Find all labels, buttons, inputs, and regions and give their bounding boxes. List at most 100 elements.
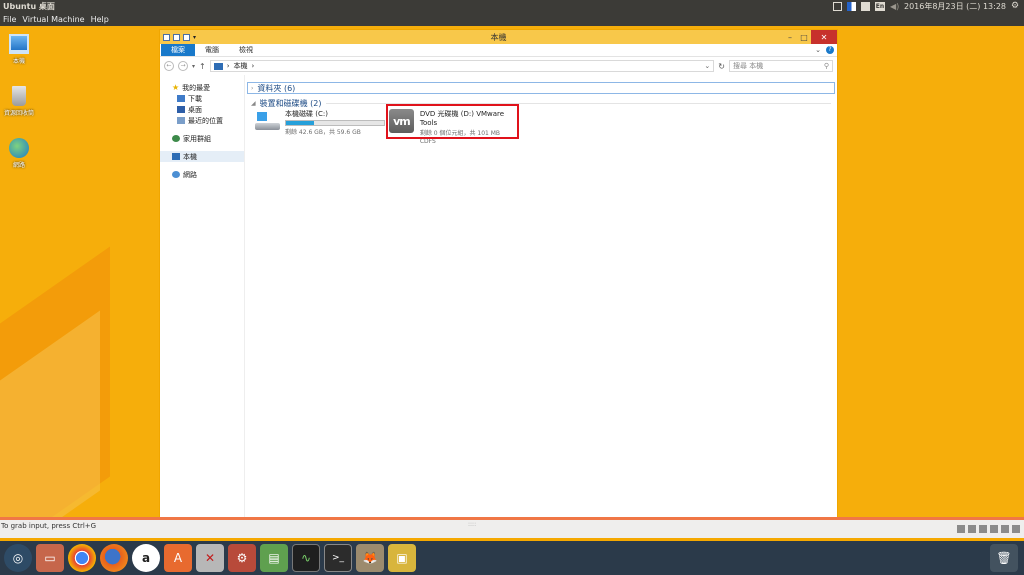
ribbon-tabs: 檔案 電腦 檢視 ⌄ ? [160,44,837,57]
desktop-icon-label: 網路 [12,162,25,169]
flag-icon[interactable] [846,1,856,11]
vmware-icon[interactable]: ▣ [388,544,416,572]
desktop-icon-label: 本機 [12,58,25,65]
tab-file[interactable]: 檔案 [161,44,195,56]
volume-icon[interactable]: ◀) [890,2,899,11]
system-tools-icon[interactable]: ✕ [196,544,224,572]
system-monitor-icon[interactable]: ∿ [292,544,320,572]
amazon-icon[interactable]: a [132,544,160,572]
desktop-icon-label: 資源回收筒 [3,110,34,117]
ribbon-right-controls: ⌄ ? [815,46,834,54]
back-button[interactable]: ← [164,61,174,71]
refresh-button[interactable]: ↻ [718,62,725,71]
nav-favorites[interactable]: ★ 我的最愛 [160,82,244,93]
menu-file[interactable]: File [0,15,19,24]
search-input[interactable]: 搜尋 本機 ⚲ [729,60,833,72]
message-icon[interactable] [1012,525,1020,533]
pc-icon [213,62,223,70]
quick-access-toolbar: ▾ [160,33,200,41]
computer-icon [9,34,29,54]
navigation-pane[interactable]: ★ 我的最愛 下載 桌面 最近的位置 家用群組 本機 網路 [160,75,245,517]
mail-icon[interactable] [832,1,842,11]
explorer-body: ★ 我的最愛 下載 桌面 最近的位置 家用群組 本機 網路 › 資料夾 (6) … [160,75,837,517]
vm-device-icons [957,525,1020,533]
address-bar[interactable]: › 本機 › ⌄ [209,60,715,72]
content-pane[interactable]: › 資料夾 (6) ◢ 裝置和磁碟機 (2) 本機磁碟 (C:) 剩餘 42.6… [245,75,837,517]
nav-network[interactable]: 網路 [160,169,244,180]
clock[interactable]: 2016年8月23日 (二) 13:28 [904,1,1006,12]
nav-downloads[interactable]: 下載 [160,93,244,104]
nav-desktop[interactable]: 桌面 [160,104,244,115]
cd-device-icon[interactable] [968,525,976,533]
drive-name: 本機磁碟 (C:) [285,110,328,118]
desktop-icon-recycle-bin[interactable]: 資源回收筒 [1,86,37,117]
drive-filesystem: CDFS [419,138,436,145]
drive-c[interactable]: 本機磁碟 (C:) 剩餘 42.6 GB，共 59.6 GB [255,109,385,136]
nav-homegroup[interactable]: 家用群組 [160,133,244,144]
nav-label: 本機 [183,152,197,161]
tab-computer[interactable]: 電腦 [195,44,229,56]
chevron-down-icon[interactable]: ▾ [193,34,200,41]
gimp-icon[interactable]: 🦊 [356,544,384,572]
nav-this-pc[interactable]: 本機 [160,151,244,162]
expand-ribbon-icon[interactable]: ⌄ [815,46,821,54]
recent-locations-icon[interactable]: ▾ [192,63,195,70]
help-icon[interactable]: ? [826,46,834,54]
chevron-right-icon: › [251,84,254,92]
disks-icon[interactable]: ▤ [260,544,288,572]
desktop-icon-network[interactable]: 網路 [1,138,37,169]
software-center-icon[interactable]: A [164,544,192,572]
explorer-title: 本機 [490,32,507,42]
sound-device-icon[interactable] [1001,525,1009,533]
terminal-icon[interactable]: >_ [324,544,352,572]
menu-help[interactable]: Help [88,15,112,24]
desktop-icon-this-pc[interactable]: 本機 [1,34,37,65]
address-dropdown-icon[interactable]: ⌄ [704,62,710,70]
recent-places-icon [177,117,185,124]
trash-icon[interactable]: 🗑 [990,544,1018,572]
vm-menubar: File Virtual Machine Help [0,12,1024,26]
properties-icon[interactable] [173,33,180,41]
group-label: 資料夾 (6) [257,83,296,93]
window-controls: – □ ✕ [783,30,837,44]
highlight-box [386,104,519,139]
hdd-device-icon[interactable] [957,525,965,533]
gear-icon[interactable]: ⚙ [1011,1,1020,11]
nav-recent[interactable]: 最近的位置 [160,115,244,126]
star-icon: ★ [172,83,180,92]
ubuntu-dash-icon[interactable]: ◎ [4,544,32,572]
grab-input-hint: To grab input, press Ctrl+G [1,522,97,530]
doc-icon[interactable] [860,1,870,11]
settings-icon[interactable]: ⚙ [228,544,256,572]
network-device-icon[interactable] [979,525,987,533]
minimize-button[interactable]: – [783,30,797,44]
network-icon [172,171,180,178]
files-icon[interactable]: ▭ [36,544,64,572]
desktop-icon [177,106,185,113]
group-devices[interactable]: ◢ 裝置和磁碟機 (2) [247,97,835,109]
search-placeholder: 搜尋 本機 [733,62,764,70]
new-folder-icon[interactable] [183,33,190,41]
chrome-icon[interactable] [68,544,96,572]
drive-info: 本機磁碟 (C:) 剩餘 42.6 GB，共 59.6 GB [285,109,385,136]
resize-grip[interactable]: :::: [468,521,476,528]
recycle-bin-icon [12,86,26,106]
tab-view[interactable]: 檢視 [229,44,263,56]
firefox-icon[interactable] [100,544,128,572]
usb-device-icon[interactable] [990,525,998,533]
drive-usage-bar [285,120,385,126]
nav-label: 網路 [183,170,197,179]
keyboard-layout-indicator[interactable]: En [874,1,885,11]
maximize-button[interactable]: □ [797,30,811,44]
menu-virtual-machine[interactable]: Virtual Machine [19,15,87,24]
pc-icon [163,33,170,41]
address-separator[interactable]: › [252,62,255,70]
address-segment-this-pc[interactable]: 本機 [234,61,248,71]
close-button[interactable]: ✕ [811,30,837,44]
forward-button[interactable]: → [178,61,188,71]
window-title: Ubuntu 桌面 [3,1,55,11]
address-separator[interactable]: › [227,62,230,70]
explorer-titlebar[interactable]: ▾ 本機 – □ ✕ [160,30,837,44]
up-button[interactable]: ↑ [199,62,206,71]
group-folders[interactable]: › 資料夾 (6) [247,82,835,94]
